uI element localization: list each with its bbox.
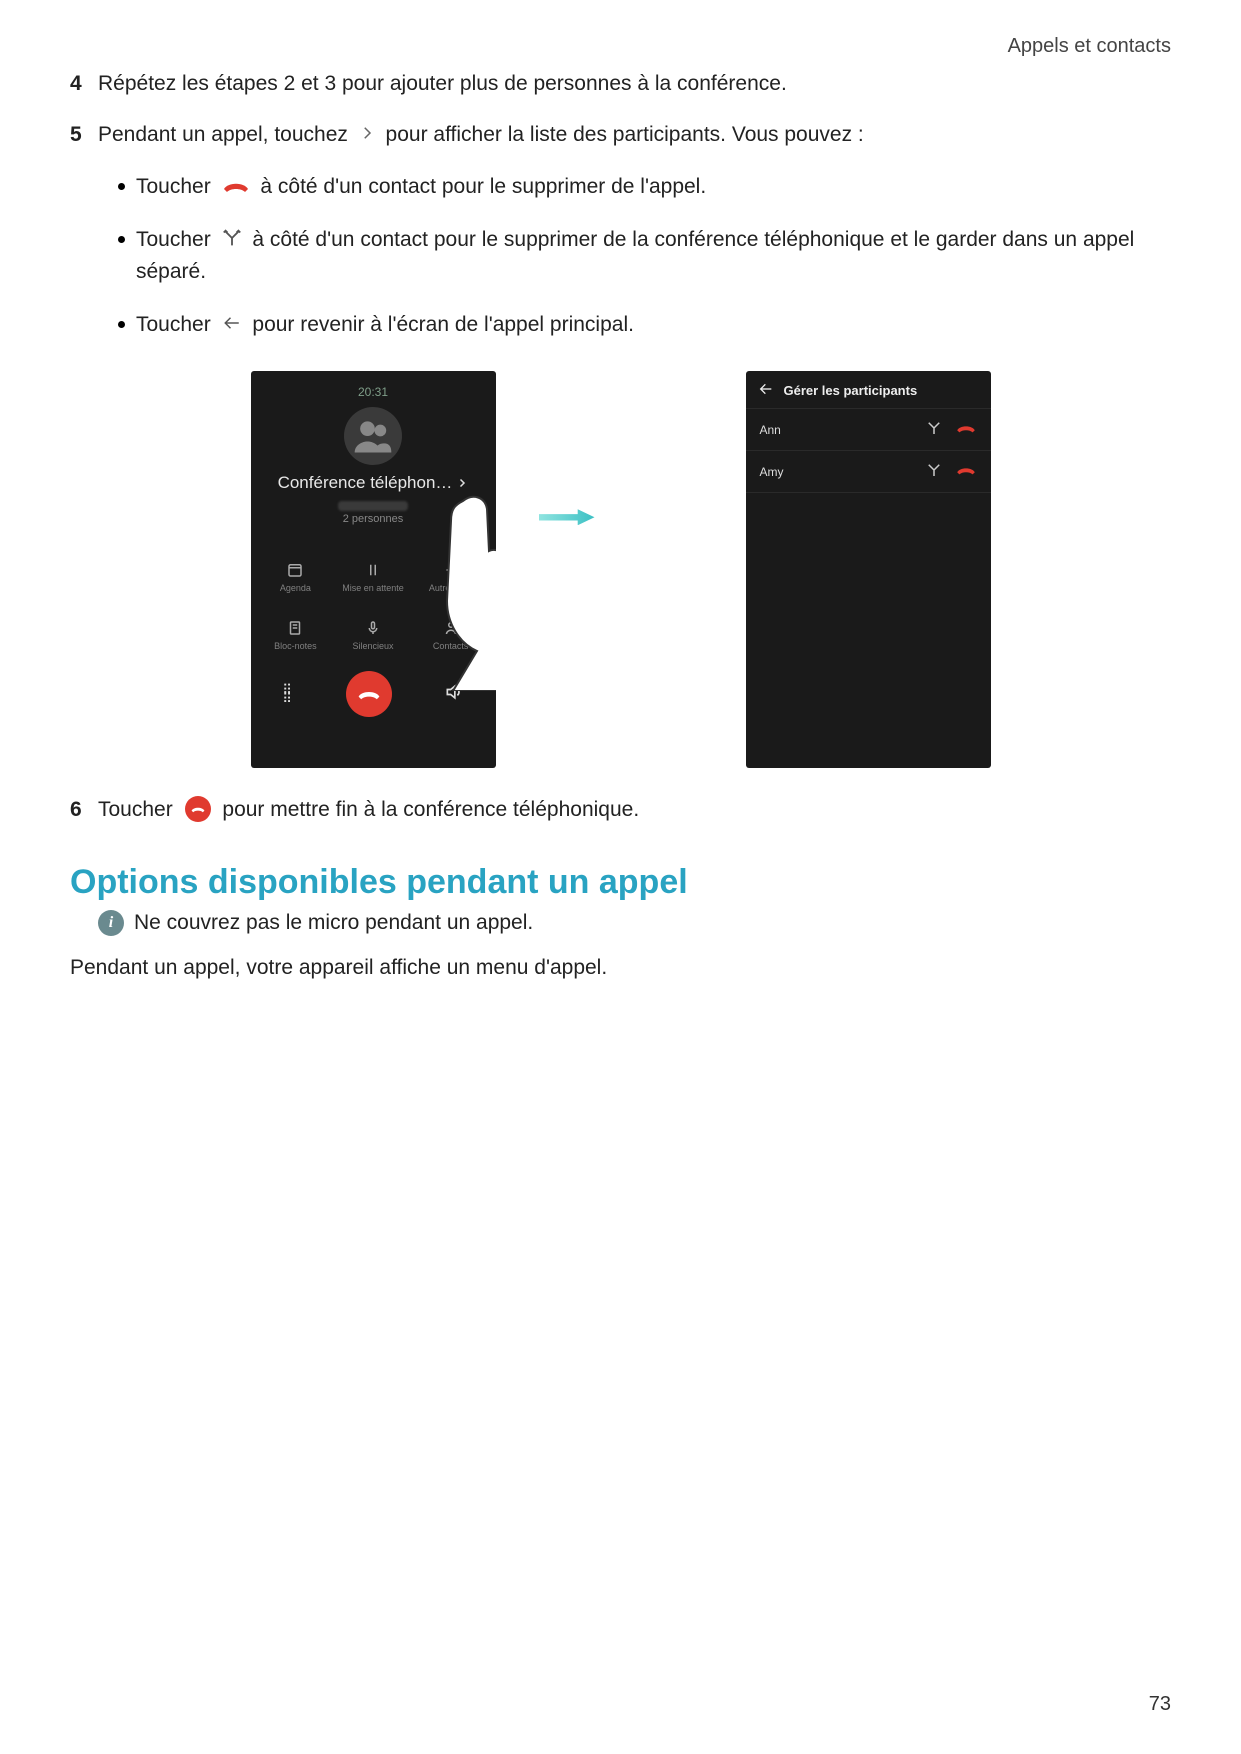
participants-title-bar: Gérer les participants — [746, 371, 991, 409]
bullet-1-post: à côté d'un contact pour le supprimer de… — [260, 175, 706, 198]
notes-label: Bloc-notes — [274, 641, 317, 651]
section-heading: Options disponibles pendant un appel — [70, 863, 1171, 902]
arrow-left-icon — [221, 314, 243, 332]
pause-icon — [364, 561, 382, 579]
bullet-3-pre: Toucher — [136, 313, 217, 336]
step-4: 4 Répétez les étapes 2 et 3 pour ajouter… — [70, 68, 1171, 101]
step-5-number: 5 — [70, 119, 98, 152]
avatar-placeholder — [251, 407, 496, 465]
chevron-right-icon — [358, 124, 376, 142]
participant-name: Ann — [760, 423, 781, 437]
notes-icon — [286, 619, 304, 637]
conference-title-row[interactable]: Conférence téléphon… — [251, 473, 496, 493]
remove-participant-button[interactable] — [955, 421, 977, 438]
step-6-pre: Toucher — [98, 798, 179, 821]
step-5: 5 Pendant un appel, touchez pour affiche… — [70, 119, 1171, 152]
info-icon: i — [98, 910, 124, 936]
step-5-pre: Pendant un appel, touchez — [98, 123, 354, 146]
info-note-text: Ne couvrez pas le micro pendant un appel… — [134, 911, 533, 935]
agenda-label: Agenda — [280, 583, 311, 593]
phone-call-screen: 20:31 Conférence téléphon… 2 personnes A… — [251, 371, 496, 768]
remove-participant-button[interactable] — [955, 463, 977, 480]
step-4-number: 4 — [70, 68, 98, 101]
bullet-back-to-main: Toucher pour revenir à l'écran de l'appe… — [118, 309, 1171, 342]
call-clock: 20:31 — [251, 371, 496, 405]
pointing-hand-icon — [423, 491, 496, 691]
hangup-icon — [955, 463, 977, 477]
bullet-2-pre: Toucher — [136, 228, 217, 251]
split-participant-button[interactable] — [925, 419, 943, 440]
step-4-text: Répétez les étapes 2 et 3 pour ajouter p… — [98, 68, 1171, 101]
bullet-1-pre: Toucher — [136, 175, 217, 198]
breadcrumb: Appels et contacts — [70, 35, 1171, 58]
paragraph-call-menu: Pendant un appel, votre appareil affiche… — [70, 952, 1171, 985]
split-participant-button[interactable] — [925, 461, 943, 482]
end-call-button[interactable] — [346, 671, 392, 717]
hangup-icon — [221, 177, 251, 195]
calendar-icon — [286, 561, 304, 579]
step-5-post: pour afficher la liste des participants.… — [386, 123, 864, 146]
chevron-right-icon — [456, 477, 468, 489]
page-number: 73 — [1149, 1693, 1171, 1716]
mute-label: Silencieux — [352, 641, 393, 651]
step-5-bullets: Toucher à côté d'un contact pour le supp… — [70, 171, 1171, 341]
caller-name-blurred — [338, 501, 408, 511]
arrow-left-icon — [758, 381, 774, 397]
step-5-text: Pendant un appel, touchez pour afficher … — [98, 119, 1171, 152]
hold-label: Mise en attente — [342, 583, 404, 593]
bullet-2-post: à côté d'un contact pour le supprimer de… — [136, 228, 1134, 284]
bullet-split-from-conference: Toucher à côté d'un contact pour le supp… — [118, 224, 1171, 289]
mute-button[interactable]: Silencieux — [334, 611, 412, 659]
hangup-icon — [955, 421, 977, 435]
split-call-icon — [925, 419, 943, 437]
participant-row-ann: Ann — [746, 409, 991, 451]
microphone-icon — [364, 619, 382, 637]
conference-title: Conférence téléphon… — [278, 473, 453, 493]
group-avatar-icon — [344, 407, 402, 465]
step-6-number: 6 — [70, 794, 98, 827]
phone-participants-screen: Gérer les participants Ann Amy — [746, 371, 991, 768]
agenda-button[interactable]: Agenda — [257, 553, 335, 601]
participant-row-amy: Amy — [746, 451, 991, 493]
swipe-arrow-icon — [539, 509, 595, 525]
split-call-icon — [925, 461, 943, 479]
conference-figure: 20:31 Conférence téléphon… 2 personnes A… — [251, 371, 991, 768]
hangup-icon — [356, 681, 382, 707]
step-6-text: Toucher pour mettre fin à la conférence … — [98, 794, 1171, 827]
participant-name: Amy — [760, 465, 784, 479]
end-call-icon — [185, 796, 211, 822]
info-note-row: i Ne couvrez pas le micro pendant un app… — [98, 910, 1171, 936]
back-button[interactable] — [758, 381, 774, 400]
bullet-remove-from-call: Toucher à côté d'un contact pour le supp… — [118, 171, 1171, 204]
step-6: 6 Toucher pour mettre fin à la conférenc… — [70, 794, 1171, 827]
split-call-icon — [221, 227, 243, 249]
participants-title: Gérer les participants — [784, 383, 918, 398]
bullet-3-post: pour revenir à l'écran de l'appel princi… — [252, 313, 634, 336]
step-6-post: pour mettre fin à la conférence téléphon… — [222, 798, 639, 821]
hold-button[interactable]: Mise en attente — [334, 553, 412, 601]
dialpad-button[interactable]: ⠿⠿ — [282, 685, 294, 703]
notes-button[interactable]: Bloc-notes — [257, 611, 335, 659]
